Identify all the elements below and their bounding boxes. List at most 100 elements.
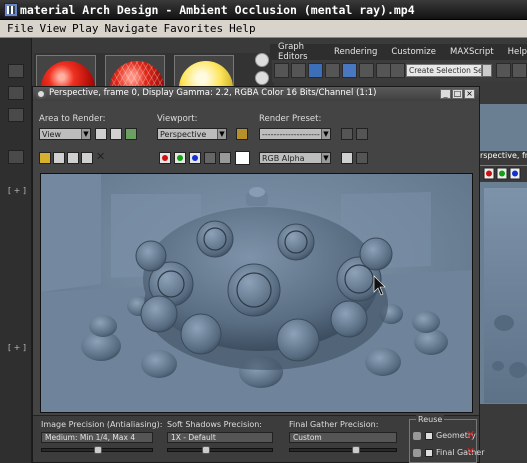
player-app-icon: [4, 3, 18, 17]
edit-region-icon[interactable]: [95, 128, 107, 140]
rendered-scene: [41, 174, 472, 412]
mirror-icon[interactable]: [496, 63, 511, 78]
viewport-value: Perspective: [160, 130, 207, 139]
background-viewport-channels: [480, 166, 527, 182]
edit-named-selection-icon[interactable]: [390, 63, 405, 78]
final-gather-value: Custom: [289, 432, 397, 443]
rendered-image[interactable]: [40, 173, 473, 413]
reuse-final-gather-checkbox[interactable]: [425, 449, 433, 457]
swatch-color[interactable]: [235, 151, 250, 165]
chevron-down-icon: ▼: [321, 129, 330, 139]
red-channel-toggle[interactable]: [159, 152, 171, 164]
link-icon[interactable]: [274, 63, 289, 78]
viewport-label: Viewport:: [157, 114, 198, 124]
toggle-ui-icon[interactable]: [356, 152, 368, 164]
alpha-channel-toggle[interactable]: [204, 152, 216, 164]
soft-shadows-label: Soft Shadows Precision:: [167, 420, 262, 429]
reuse-final-gather-label: Final Gather: [436, 448, 485, 457]
copy-image-icon[interactable]: [53, 152, 65, 164]
chevron-down-icon: ▼: [81, 129, 90, 139]
viewport-label[interactable]: [ + ]: [8, 343, 26, 352]
close-button[interactable]: ×: [464, 89, 475, 99]
region-selected-icon[interactable]: [125, 128, 137, 140]
render-preset-value: --------------------: [262, 130, 320, 139]
viewport-dropdown[interactable]: Perspective ▼: [157, 128, 227, 140]
area-to-render-dropdown[interactable]: View ▼: [39, 128, 91, 140]
monochrome-toggle[interactable]: [219, 152, 231, 164]
viewport-label[interactable]: [ + ]: [8, 186, 26, 195]
max-main-toolbar: Create Selection Se: [272, 60, 527, 82]
channel-display-dropdown[interactable]: RGB Alpha ▼: [259, 152, 331, 164]
max-left-toolbar: [ + ] [ + ]: [0, 38, 32, 463]
player-title-bar: material Arch Design - Ambient Occlusion…: [0, 0, 527, 20]
menu-graph-editors[interactable]: Graph Editors: [278, 42, 320, 62]
max-menu-bar: Graph Editors Rendering Customize MAXScr…: [270, 42, 527, 62]
menu-max-help[interactable]: Help: [508, 47, 527, 57]
menu-maxscript[interactable]: MAXScript: [450, 47, 494, 57]
player-title: material Arch Design - Ambient Occlusion…: [20, 3, 415, 17]
rotate-icon[interactable]: [308, 63, 323, 78]
menu-navigate[interactable]: Navigate: [105, 22, 158, 35]
menu-view[interactable]: View: [40, 22, 67, 35]
clone-frame-icon[interactable]: [67, 152, 79, 164]
reuse-label: Reuse: [416, 415, 445, 424]
render-preset-dropdown[interactable]: -------------------- ▼: [259, 128, 331, 140]
rendered-frame-window: Perspective, frame 0, Display Gamma: 2.2…: [32, 86, 485, 463]
image-precision-slider[interactable]: [41, 446, 153, 454]
tool-button[interactable]: [8, 86, 24, 100]
rgb-dots-icon: [483, 167, 521, 180]
scale-icon[interactable]: [325, 63, 340, 78]
align-icon[interactable]: [512, 63, 527, 78]
green-channel-toggle[interactable]: [174, 152, 186, 164]
auto-region-icon[interactable]: [110, 128, 122, 140]
chevron-down-icon[interactable]: [482, 64, 492, 77]
percent-snap-icon[interactable]: [376, 63, 391, 78]
slider-handle[interactable]: [202, 446, 210, 454]
lock-icon[interactable]: [236, 128, 248, 140]
maximize-button[interactable]: □: [452, 89, 463, 99]
menu-favorites[interactable]: Favorites: [163, 22, 223, 35]
rendered-frame-title: Perspective, frame 0, Display Gamma: 2.2…: [49, 88, 377, 98]
clear-geometry-cache-icon[interactable]: ✕: [466, 429, 477, 441]
area-to-render-label: Area to Render:: [39, 114, 106, 124]
named-selection-input[interactable]: Create Selection Se: [406, 64, 482, 77]
reuse-geometry-checkbox[interactable]: [425, 432, 433, 440]
soft-shadows-slider[interactable]: [167, 446, 273, 454]
print-image-icon[interactable]: [81, 152, 93, 164]
player-menu-bar: File View Play Navigate Favorites Help: [0, 20, 527, 38]
save-image-icon[interactable]: [39, 152, 51, 164]
final-gather-label: Final Gather Precision:: [289, 420, 379, 429]
menu-customize[interactable]: Customize: [391, 47, 436, 57]
slider-handle[interactable]: [352, 446, 360, 454]
blue-channel-toggle[interactable]: [189, 152, 201, 164]
lock-icon: [413, 449, 421, 457]
move-icon[interactable]: [291, 63, 306, 78]
angle-snap-icon[interactable]: [359, 63, 374, 78]
backlight-button[interactable]: [255, 71, 269, 85]
final-gather-slider[interactable]: [289, 446, 397, 454]
menu-help[interactable]: Help: [229, 22, 256, 35]
environment-effects-icon[interactable]: [356, 128, 368, 140]
sample-type-button[interactable]: [255, 53, 269, 67]
tool-button[interactable]: [8, 108, 24, 122]
menu-rendering[interactable]: Rendering: [334, 47, 377, 57]
clear-icon[interactable]: ✕: [96, 151, 107, 163]
clear-final-gather-icon[interactable]: ✕: [466, 446, 477, 458]
menu-file[interactable]: File: [7, 22, 34, 35]
chevron-down-icon: ▼: [217, 129, 226, 139]
slider-handle[interactable]: [94, 446, 102, 454]
soft-shadows-value: 1X - Default: [167, 432, 273, 443]
minimize-button[interactable]: _: [440, 89, 451, 99]
render-preset-label: Render Preset:: [259, 114, 322, 124]
render-setup-icon[interactable]: [341, 128, 353, 140]
menu-play[interactable]: Play: [72, 22, 99, 35]
toggle-ui-overlay-icon[interactable]: [341, 152, 353, 164]
tool-button[interactable]: [8, 150, 24, 164]
reuse-group: Reuse Geometry ✕ Final Gather ✕: [409, 415, 485, 463]
tool-button[interactable]: [8, 64, 24, 78]
image-precision-label: Image Precision (Antialiasing):: [41, 420, 163, 429]
chevron-down-icon: ▼: [321, 153, 330, 163]
lock-icon: [413, 432, 421, 440]
snap-icon[interactable]: [342, 63, 357, 78]
rendered-frame-title-bar: Perspective, frame 0, Display Gamma: 2.2…: [33, 87, 479, 101]
